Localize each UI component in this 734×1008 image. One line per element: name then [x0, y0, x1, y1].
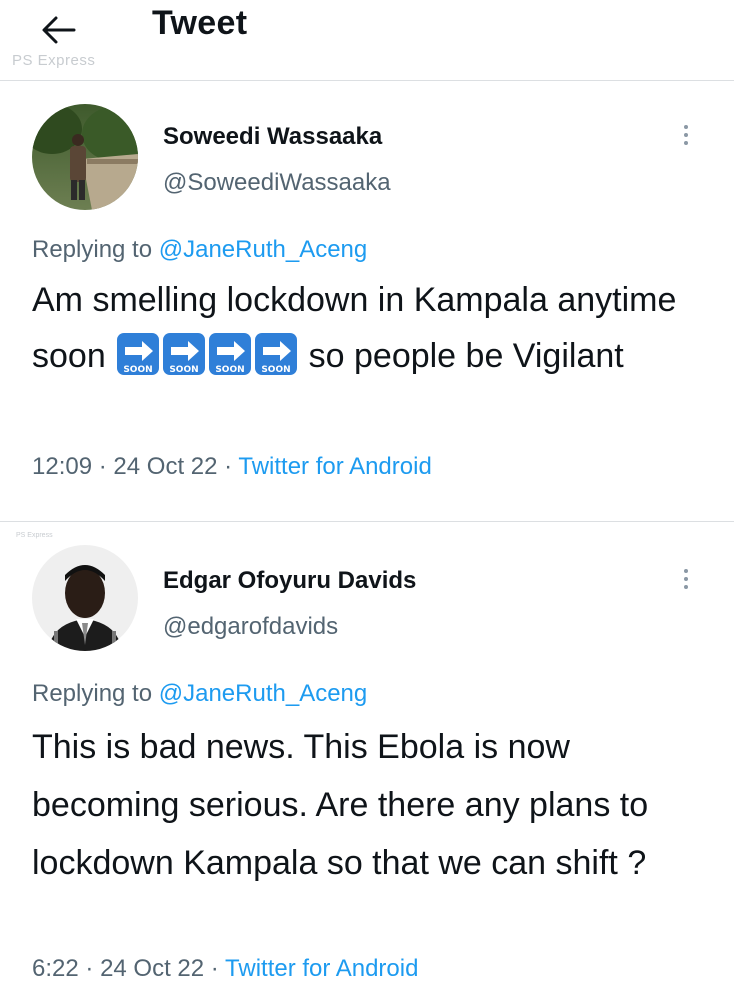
soon-arrow-icon: SOON: [116, 332, 160, 376]
author-handle[interactable]: @SoweediWassaaka: [163, 169, 391, 197]
replying-to-link[interactable]: @JaneRuth_Aceng: [159, 680, 368, 707]
tweet-time[interactable]: 6:22: [32, 955, 79, 982]
meta-separator: ·: [210, 955, 219, 982]
soon-arrow-icon: SOON: [208, 332, 252, 376]
header-bar: Tweet PS Express: [0, 0, 734, 81]
tweet-text: Am smelling lockdown in Kampala anytime …: [32, 272, 712, 384]
replying-prefix: Replying to: [32, 680, 153, 707]
soon-arrow-icon: SOON: [254, 332, 298, 376]
arrow-left-icon: [42, 16, 76, 44]
tweet-thread-page: Tweet PS Express PS Express Soweedi Wass…: [0, 0, 734, 1008]
author-display-name[interactable]: Soweedi Wassaaka: [163, 123, 382, 151]
tweet-meta: 6:22 · 24 Oct 22 · Twitter for Android: [32, 955, 418, 983]
tweet-text-part: so people be Vigilant: [308, 337, 624, 375]
tweet-meta: 12:09 · 24 Oct 22 · Twitter for Android: [32, 453, 432, 481]
tweet-source-link[interactable]: Twitter for Android: [225, 955, 418, 982]
page-title: Tweet: [152, 4, 248, 42]
tweet-date[interactable]: 24 Oct 22: [100, 955, 204, 982]
watermark-text: PS Express: [12, 52, 96, 69]
tweet-text: This is bad news. This Ebola is now beco…: [32, 728, 649, 882]
tweet-date[interactable]: 24 Oct 22: [113, 453, 217, 480]
meta-separator: ·: [85, 955, 94, 982]
meta-separator: ·: [224, 453, 233, 480]
tweet-source-link[interactable]: Twitter for Android: [238, 453, 431, 480]
replying-to-link[interactable]: @JaneRuth_Aceng: [159, 236, 368, 263]
avatar[interactable]: [32, 545, 138, 651]
author-display-name[interactable]: Edgar Ofoyuru Davids: [163, 567, 416, 595]
avatar[interactable]: [32, 104, 138, 210]
more-vertical-icon: [684, 569, 688, 573]
svg-text:SOON: SOON: [262, 365, 291, 375]
more-options-button[interactable]: [676, 121, 696, 155]
svg-text:SOON: SOON: [170, 365, 199, 375]
replying-to-line: Replying to @JaneRuth_Aceng: [32, 680, 367, 708]
svg-text:SOON: SOON: [124, 365, 153, 375]
svg-text:SOON: SOON: [216, 365, 245, 375]
meta-separator: ·: [98, 453, 107, 480]
author-handle[interactable]: @edgarofdavids: [163, 613, 338, 641]
replying-prefix: Replying to: [32, 236, 153, 263]
tweet-card[interactable]: Soweedi Wassaaka @SoweediWassaaka Replyi…: [0, 81, 734, 522]
tweet-card[interactable]: Edgar Ofoyuru Davids @edgarofdavids Repl…: [0, 522, 734, 1008]
tweet-time[interactable]: 12:09: [32, 453, 92, 480]
more-options-button[interactable]: [676, 565, 696, 599]
back-button[interactable]: [36, 8, 80, 48]
replying-to-line: Replying to @JaneRuth_Aceng: [32, 236, 367, 264]
more-vertical-icon: [684, 125, 688, 129]
soon-arrow-icon: SOON: [162, 332, 206, 376]
